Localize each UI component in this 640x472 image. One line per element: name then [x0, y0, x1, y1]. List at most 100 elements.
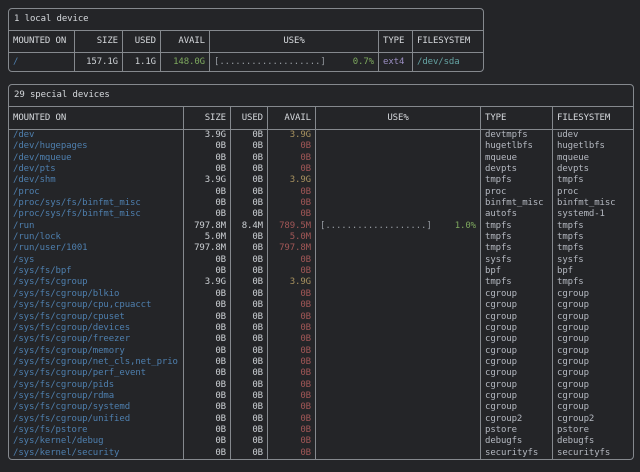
fs-row: /sys0B0B0Bsysfssysfs [9, 255, 633, 266]
col-header-avail: AVAIL [161, 31, 210, 52]
used-value: 0B [231, 300, 268, 311]
type-value: cgroup [481, 323, 553, 334]
type-value: bpf [481, 266, 553, 277]
size-value: 0B [184, 255, 231, 266]
filesystem-value: cgroup [553, 391, 633, 402]
mount-point: /sys/fs/cgroup/blkio [9, 289, 184, 300]
usage-bar-cell [316, 232, 481, 243]
local-devices-table: 1 local device MOUNTED ON SIZE USED AVAI… [8, 8, 484, 72]
filesystem-value: cgroup [553, 402, 633, 413]
used-value: 0B [231, 323, 268, 334]
filesystem-value: securityfs [553, 448, 633, 459]
col-header-use-pct: USE% [210, 31, 379, 52]
col-header-size: SIZE [75, 31, 123, 52]
size-value: 0B [184, 266, 231, 277]
filesystem-value: udev [553, 130, 633, 141]
filesystem-value: tmpfs [553, 243, 633, 254]
usage-bar-cell [316, 141, 481, 152]
filesystem-value: cgroup [553, 357, 633, 368]
fs-row: /dev/hugepages0B0B0Bhugetlbfshugetlbfs [9, 141, 633, 152]
used-value: 0B [231, 198, 268, 209]
avail-value: 789.5M [268, 221, 316, 232]
mount-point: /sys/fs/cgroup/systemd [9, 402, 184, 413]
avail-value: 0B [268, 300, 316, 311]
fs-row: /sys/fs/cgroup/devices0B0B0Bcgroupcgroup [9, 323, 633, 334]
fs-row: /sys/fs/cgroup/systemd0B0B0Bcgroupcgroup [9, 402, 633, 413]
size-value: 0B [184, 414, 231, 425]
filesystem-value: cgroup [553, 323, 633, 334]
type-value: securityfs [481, 448, 553, 459]
avail-value: 0B [268, 266, 316, 277]
type-value: devpts [481, 164, 553, 175]
type-value: sysfs [481, 255, 553, 266]
filesystem-value: tmpfs [553, 221, 633, 232]
usage-bar-cell [316, 425, 481, 436]
filesystem-value: tmpfs [553, 175, 633, 186]
filesystem-value: debugfs [553, 436, 633, 447]
fs-row: /proc/sys/fs/binfmt_misc0B0B0Bbinfmt_mis… [9, 198, 633, 209]
mount-point: /run [9, 221, 184, 232]
avail-value: 0B [268, 153, 316, 164]
used-value: 0B [231, 243, 268, 254]
fs-row: /sys/kernel/debug0B0B0Bdebugfsdebugfs [9, 436, 633, 447]
size-value: 0B [184, 391, 231, 402]
mount-point: /sys/fs/cgroup/unified [9, 414, 184, 425]
fs-row: /proc0B0B0Bprocproc [9, 187, 633, 198]
mount-point: /sys/fs/cgroup/rdma [9, 391, 184, 402]
used-value: 0B [231, 357, 268, 368]
table-title-special: 29 special devices [9, 85, 633, 107]
usage-bar-cell [316, 346, 481, 357]
filesystem-value: mqueue [553, 153, 633, 164]
type-value: ext4 [379, 53, 413, 71]
mount-point: /sys/fs/cgroup/cpu,cpuacct [9, 300, 184, 311]
mount-point: /sys/fs/cgroup/cpuset [9, 312, 184, 323]
size-value: 0B [184, 289, 231, 300]
type-value: cgroup [481, 312, 553, 323]
avail-value: 0B [268, 334, 316, 345]
usage-bar-cell [316, 391, 481, 402]
col-header-avail: AVAIL [268, 107, 316, 129]
usage-percent: 1.0% [455, 221, 476, 232]
size-value: 0B [184, 346, 231, 357]
col-header-type: TYPE [379, 31, 413, 52]
used-value: 0B [231, 414, 268, 425]
col-header-use-pct: USE% [316, 107, 481, 129]
col-header-type: TYPE [481, 107, 553, 129]
type-value: cgroup2 [481, 414, 553, 425]
size-value: 3.9G [184, 130, 231, 141]
used-value: 0B [231, 334, 268, 345]
avail-value: 5.0M [268, 232, 316, 243]
avail-value: 148.0G [161, 53, 210, 71]
usage-bar-cell [316, 153, 481, 164]
filesystem-value: /dev/sda [413, 53, 483, 71]
mount-point: /sys/fs/bpf [9, 266, 184, 277]
mount-point: /dev/pts [9, 164, 184, 175]
fs-row: /dev/mqueue0B0B0Bmqueuemqueue [9, 153, 633, 164]
size-value: 5.0M [184, 232, 231, 243]
mount-point: /sys/fs/cgroup/perf_event [9, 368, 184, 379]
used-value: 0B [231, 141, 268, 152]
mount-point: /dev [9, 130, 184, 141]
mount-point: / [9, 53, 75, 71]
fs-row: /sys/fs/cgroup/rdma0B0B0Bcgroupcgroup [9, 391, 633, 402]
fs-row: /sys/fs/cgroup/blkio0B0B0Bcgroupcgroup [9, 289, 633, 300]
size-value: 797.8M [184, 221, 231, 232]
avail-value: 0B [268, 187, 316, 198]
fs-row: /sys/fs/pstore0B0B0Bpstorepstore [9, 425, 633, 436]
col-header-used: USED [231, 107, 268, 129]
type-value: hugetlbfs [481, 141, 553, 152]
size-value: 0B [184, 141, 231, 152]
size-value: 797.8M [184, 243, 231, 254]
filesystem-value: hugetlbfs [553, 141, 633, 152]
mount-point: /dev/hugepages [9, 141, 184, 152]
avail-value: 0B [268, 380, 316, 391]
avail-value: 0B [268, 164, 316, 175]
table-title-local: 1 local device [9, 9, 483, 31]
usage-bar-cell [316, 266, 481, 277]
used-value: 1.1G [123, 53, 161, 71]
mount-point: /run/lock [9, 232, 184, 243]
type-value: devtmpfs [481, 130, 553, 141]
avail-value: 797.8M [268, 243, 316, 254]
type-value: tmpfs [481, 175, 553, 186]
size-value: 0B [184, 323, 231, 334]
